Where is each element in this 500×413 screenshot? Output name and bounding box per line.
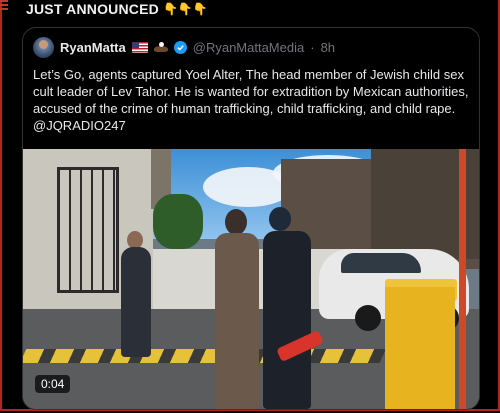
post-time[interactable]: 8h — [321, 40, 335, 55]
video-player[interactable]: 0:04 — [23, 149, 479, 409]
video-person-head — [225, 209, 247, 235]
video-duration: 0:04 — [35, 375, 71, 393]
video-person-head — [269, 207, 291, 231]
video-car-window — [341, 253, 421, 273]
verified-badge-icon — [173, 41, 187, 54]
banner: JUST ANNOUNCED 👇👇👇 — [26, 0, 208, 18]
video-person — [215, 233, 259, 409]
separator-dot: · — [310, 40, 315, 55]
author-name[interactable]: RyanMatta — [60, 40, 126, 55]
pointing-down-icons: 👇👇👇 — [162, 2, 208, 16]
quoted-post-card[interactable]: RyanMatta @RyanMattaMedia · 8h Let’s Go,… — [22, 27, 480, 410]
video-trees — [153, 194, 203, 249]
post-text: Let’s Go, agents captured Yoel Alter, Th… — [33, 67, 469, 133]
corner-stripe — [0, 0, 8, 14]
video-barrier — [385, 287, 455, 409]
video-person — [263, 231, 311, 409]
video-road-stripes — [23, 349, 387, 363]
author-handle[interactable]: @RyanMattaMedia — [193, 40, 304, 55]
eagle-icon — [153, 41, 168, 54]
banner-text: JUST ANNOUNCED — [26, 1, 159, 17]
video-car-wheel — [355, 305, 381, 331]
video-person — [121, 247, 151, 357]
us-flag-icon — [131, 42, 148, 53]
avatar[interactable] — [33, 37, 54, 58]
video-pole — [459, 149, 466, 409]
video-gate — [57, 167, 119, 293]
post-header: RyanMatta @RyanMattaMedia · 8h — [33, 37, 335, 58]
